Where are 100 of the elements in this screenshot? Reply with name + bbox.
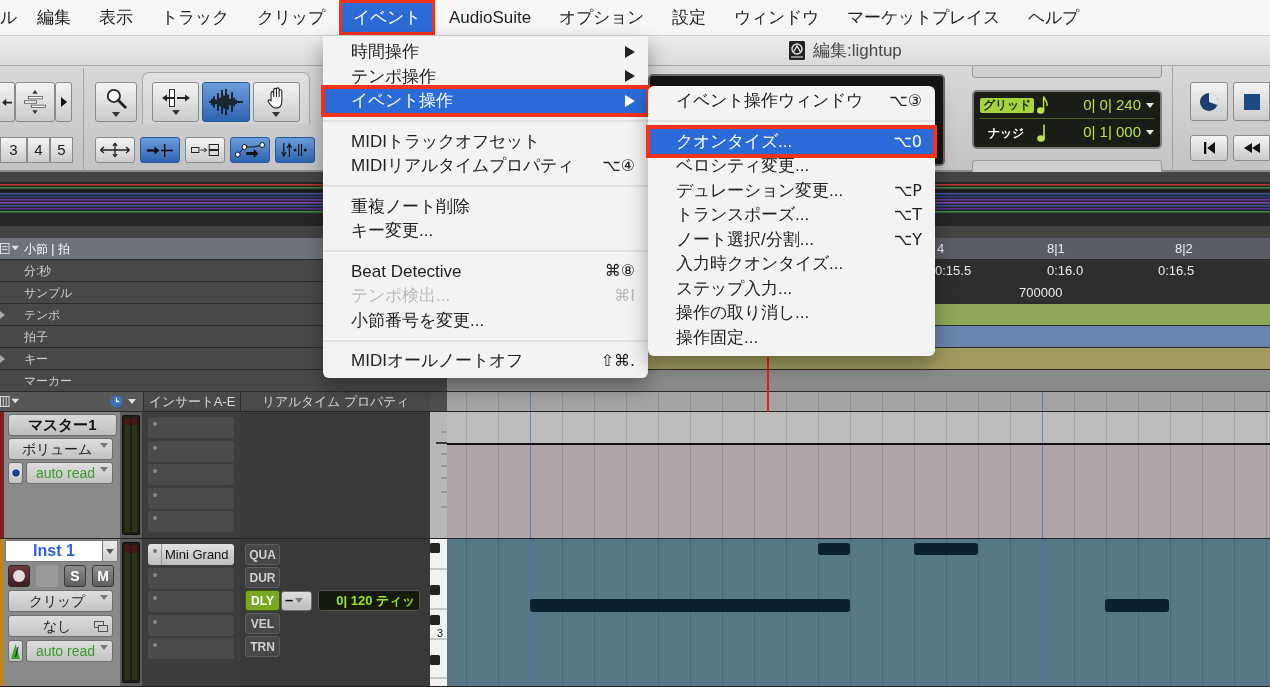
pie-button[interactable] (1190, 82, 1228, 121)
menu-item[interactable]: 操作の取り消し... (648, 300, 935, 326)
caret-icon (295, 598, 304, 603)
menu-item[interactable]: MIDIリアルタイムプロパティ ⌥④ (323, 153, 648, 178)
menu-bar-item[interactable]: イベント (339, 0, 435, 35)
menu-item[interactable]: トランスポーズ... ⌥T (648, 202, 935, 228)
shortcut-label: ⌘I (613, 284, 635, 307)
menu-item[interactable]: MIDIオールノートオフ ⇧⌘. (323, 348, 648, 373)
direction-selector[interactable]: – (281, 590, 312, 611)
bracket-arrows-icon (161, 89, 190, 107)
arrow-button[interactable] (0, 82, 15, 122)
zoom-preset-button[interactable]: 4 (27, 137, 50, 163)
menu-item[interactable]: イベント操作 (321, 84, 650, 117)
mode-button[interactable] (230, 137, 270, 163)
shortcut-label: ⌥③ (888, 90, 922, 112)
automation-button[interactable] (8, 462, 23, 484)
menu-item[interactable]: デュレーション変更... ⌥P (648, 178, 935, 203)
menu-bar-item[interactable]: ル (0, 0, 23, 35)
track-menu-button[interactable] (103, 540, 118, 562)
record-button[interactable] (8, 565, 30, 587)
property-button[interactable]: DUR (245, 567, 280, 588)
menu-item[interactable]: 操作固定... (648, 325, 935, 350)
ruler-header[interactable]: サンプル (0, 282, 323, 303)
hand-icon (267, 87, 286, 109)
eighth-note-icon (1037, 96, 1048, 114)
menu-bar-item[interactable]: AudioSuite (435, 0, 546, 35)
menu-bar-item[interactable]: オプション (545, 0, 659, 35)
view-selector[interactable]: ボリューム (8, 438, 113, 460)
grid-label: グリッド (980, 97, 1034, 113)
mode-button[interactable] (275, 137, 315, 163)
clock-icon (110, 395, 123, 408)
insert-slot[interactable]: Mini Grand (148, 544, 234, 565)
ruler-header[interactable]: キー (0, 348, 323, 369)
stop-button[interactable] (1233, 82, 1270, 121)
ruler-mark: 8|2 (1175, 241, 1193, 256)
window-title: 編集:lightup (813, 39, 902, 62)
rewind-button[interactable] (1233, 135, 1270, 161)
property-button[interactable]: VEL (245, 613, 280, 634)
delay-value-field[interactable]: 0| 120 ティッ (318, 590, 420, 611)
caret-icon (128, 399, 136, 404)
tool-button[interactable] (202, 82, 250, 122)
menu-bar-item[interactable]: マーケットプレイス (833, 0, 1015, 35)
automation-button[interactable] (8, 640, 23, 662)
shortcut-label: ⌥P (892, 179, 922, 202)
caret-icon (112, 111, 120, 117)
ruler-mark: 0:16.5 (1158, 263, 1195, 278)
dot-icon (153, 469, 157, 473)
menu-bar-item[interactable]: トラック (147, 0, 243, 35)
tool-button[interactable] (252, 82, 300, 122)
menu-item[interactable]: クオンタイズ... ⌥0 (646, 125, 937, 158)
menu-item[interactable]: キー変更... (323, 218, 648, 243)
menu-item[interactable]: 重複ノート削除 (323, 194, 648, 219)
menu-item[interactable]: 時間操作 (323, 39, 648, 64)
ruler-mark: 4 (937, 241, 945, 256)
property-button[interactable]: TRN (245, 636, 280, 657)
triangle-button[interactable] (55, 82, 72, 122)
ruler-header[interactable]: 拍子 (0, 326, 323, 347)
return-to-zero-button[interactable] (1190, 135, 1228, 161)
mode-button[interactable] (185, 137, 225, 163)
menu-bar-item[interactable]: 設定 (658, 0, 721, 35)
menu-item[interactable]: ステップ入力... (648, 276, 935, 301)
menu-bar-item[interactable]: 表示 (85, 0, 147, 35)
cross-arrows-icon (100, 142, 130, 158)
zoom-preset-button[interactable]: 5 (50, 137, 73, 163)
menu-item[interactable]: MIDIトラックオフセット (323, 129, 648, 154)
dot-icon (152, 549, 157, 553)
ruler-mark: 700000 (1019, 285, 1063, 300)
ruler-header[interactable]: テンポ (0, 304, 323, 325)
pie-icon (1199, 91, 1219, 112)
menu-bar-item[interactable]: クリップ (243, 0, 339, 35)
caret-icon (100, 595, 108, 600)
tool-button[interactable] (95, 82, 137, 122)
tool-button[interactable] (152, 82, 200, 122)
column-header: インサートA-E (143, 392, 240, 411)
vertical-zoom-button[interactable] (15, 82, 55, 122)
box-arrow-icon (191, 144, 219, 156)
caret-icon (1146, 102, 1154, 108)
track-name-field[interactable]: Inst 1 (5, 540, 103, 562)
mute-button[interactable]: M (92, 565, 114, 587)
ruler-header[interactable]: 小節 | 拍 (0, 238, 323, 259)
playlist-selector[interactable]: なし (8, 615, 113, 637)
zoom-preset-button[interactable]: 3 (0, 137, 27, 163)
menu-item[interactable]: イベント操作ウィンドウ ⌥③ (648, 88, 935, 114)
quarter-note-icon (1037, 123, 1045, 142)
property-button[interactable]: QUA (245, 544, 280, 565)
solo-button[interactable]: S (64, 565, 86, 587)
menu-bar-item[interactable]: ウィンドウ (720, 0, 834, 35)
mode-button[interactable] (140, 137, 180, 163)
caret-icon (100, 443, 108, 448)
menu-item[interactable]: 入力時クオンタイズ... (648, 251, 935, 277)
dot-icon (153, 619, 157, 624)
menu-bar-item[interactable]: ヘルプ (1014, 0, 1094, 35)
menu-bar-item[interactable]: 編集 (23, 0, 85, 35)
menu-item[interactable]: Beat Detective ⌘⑧ (323, 259, 648, 284)
menu-item[interactable]: ノート選択/分割... ⌥Y (648, 227, 935, 252)
mode-button[interactable] (95, 137, 135, 163)
track-name-button[interactable]: マスター1 (8, 414, 117, 436)
ruler-header[interactable]: 分:秒 (0, 260, 323, 281)
menu-item[interactable]: 小節番号を変更... (323, 308, 648, 333)
view-selector[interactable]: クリップ (8, 590, 113, 612)
